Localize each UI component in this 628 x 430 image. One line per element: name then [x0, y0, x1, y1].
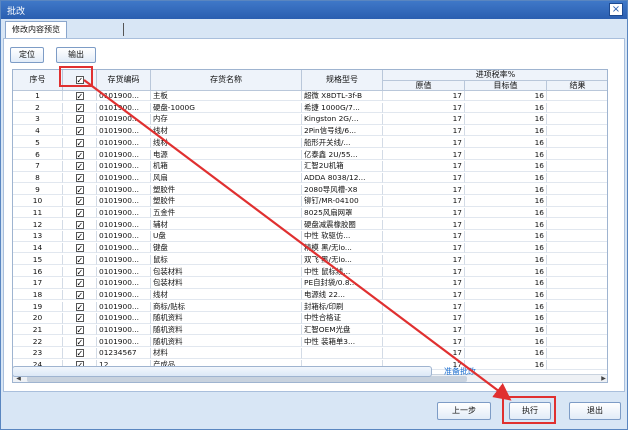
- annotation-arrow: [83, 79, 512, 401]
